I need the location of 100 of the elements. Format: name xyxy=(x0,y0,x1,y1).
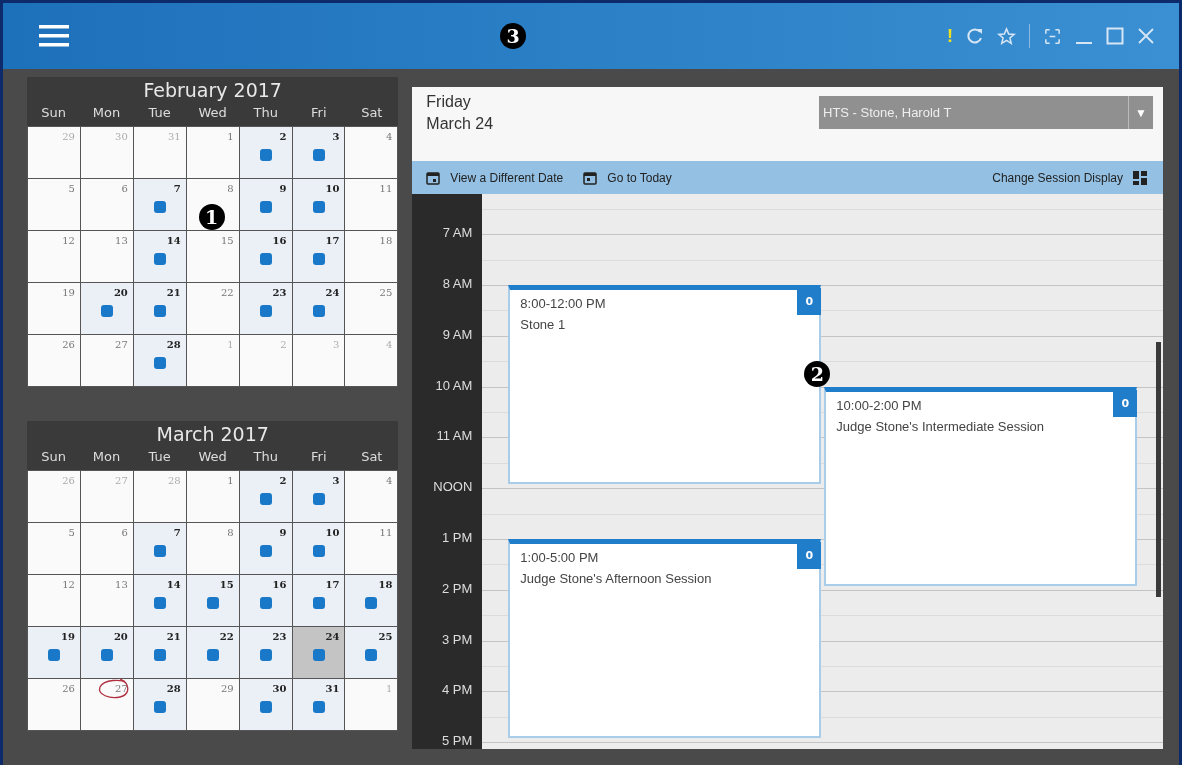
day-number: 29 xyxy=(62,131,75,142)
day-cell[interactable]: 14 xyxy=(133,575,186,626)
day-cell[interactable]: 18 xyxy=(345,575,398,626)
day-cell[interactable]: 28 xyxy=(133,679,186,730)
day-cell[interactable]: 4 xyxy=(345,127,398,178)
day-cell[interactable]: 24 xyxy=(292,283,345,334)
day-cell[interactable]: 21 xyxy=(133,627,186,678)
day-cell[interactable]: 27 xyxy=(80,679,133,730)
day-number: 15 xyxy=(220,235,234,246)
day-cell[interactable]: 6 xyxy=(80,523,133,574)
day-number: 22 xyxy=(219,631,234,642)
day-cell[interactable]: 8 xyxy=(186,523,239,574)
day-number: 3 xyxy=(333,339,340,350)
maximize-icon[interactable] xyxy=(1106,27,1124,45)
callout-number: 1 xyxy=(198,204,225,230)
day-number: 1 xyxy=(227,475,234,486)
weekday-label: Wed xyxy=(197,105,228,120)
session-card[interactable]: 10:00-2:00 PM Judge Stone's Intermediate Session 0 xyxy=(824,386,1138,586)
day-cell[interactable]: 1 xyxy=(186,127,239,178)
day-cell[interactable]: 21 xyxy=(133,283,186,334)
day-cell[interactable]: 17 xyxy=(292,575,345,626)
go-today-button[interactable]: Go to Today xyxy=(583,170,672,185)
hour-label: NOON xyxy=(433,479,473,495)
fit-screen-icon[interactable] xyxy=(1043,26,1062,46)
menu-icon[interactable] xyxy=(39,25,69,47)
day-cell[interactable]: 6 xyxy=(80,179,133,230)
day-cell[interactable]: 13 xyxy=(80,231,133,282)
day-number: 26 xyxy=(62,339,75,350)
calendar-icon xyxy=(426,170,441,185)
scrollbar[interactable] xyxy=(1156,342,1161,597)
day-cell[interactable]: 11 xyxy=(345,523,398,574)
day-cell[interactable]: 2 xyxy=(239,127,292,178)
day-cell[interactable]: 11 xyxy=(345,179,398,230)
change-display-button[interactable]: Change Session Display xyxy=(992,170,1147,185)
day-cell[interactable]: 13 xyxy=(80,575,133,626)
calendar-icon xyxy=(583,170,598,185)
day-cell[interactable]: 26 xyxy=(28,335,80,386)
day-cell[interactable]: 9 xyxy=(239,179,292,230)
day-cell[interactable]: 12 xyxy=(28,231,80,282)
day-cell[interactable]: 5 xyxy=(28,179,80,230)
day-cell[interactable]: 5 xyxy=(28,523,80,574)
day-cell[interactable]: 22 xyxy=(186,283,239,334)
day-cell[interactable]: 19 xyxy=(28,283,80,334)
day-cell[interactable]: 19 xyxy=(28,627,80,678)
day-number: 21 xyxy=(166,631,181,642)
day-number: 4 xyxy=(385,475,393,486)
day-number: 19 xyxy=(61,631,75,642)
day-cell[interactable]: 20 xyxy=(80,627,133,678)
day-cell[interactable]: 9 xyxy=(239,523,292,574)
star-icon[interactable] xyxy=(997,26,1016,46)
day-cell[interactable]: 25 xyxy=(345,627,398,678)
day-cell[interactable]: 15 xyxy=(186,231,239,282)
day-cell[interactable]: 25 xyxy=(345,283,398,334)
day-cell[interactable]: 14 xyxy=(133,231,186,282)
day-cell[interactable]: 2 xyxy=(239,471,292,522)
refresh-icon[interactable] xyxy=(966,27,984,45)
day-cell[interactable]: 4 xyxy=(345,471,398,522)
hour-label: 1 PM xyxy=(442,529,473,545)
session-card[interactable]: 1:00-5:00 PM Judge Stone's Afternoon Session 0 xyxy=(508,538,822,739)
view-date-button[interactable]: View a Different Date xyxy=(426,170,564,185)
day-number: 20 xyxy=(113,287,128,298)
day-cell[interactable]: 10 xyxy=(292,179,345,230)
day-cell[interactable]: 27 xyxy=(80,335,133,386)
day-cell[interactable]: 31 xyxy=(292,679,345,730)
day-cell[interactable]: 26 xyxy=(28,679,80,730)
day-cell[interactable]: 8 1 xyxy=(186,179,239,230)
day-cell[interactable]: 10 xyxy=(292,523,345,574)
day-cell[interactable]: 1 xyxy=(186,471,239,522)
day-cell[interactable]: 3 xyxy=(292,471,345,522)
day-number: 1 xyxy=(227,339,234,350)
tiles-icon xyxy=(1133,170,1147,185)
day-cell[interactable]: 20 xyxy=(80,283,133,334)
day-cell[interactable]: 23 xyxy=(239,627,292,678)
day-cell[interactable]: 22 xyxy=(186,627,239,678)
day-number: 16 xyxy=(272,579,287,590)
day-number: 27 xyxy=(115,683,128,694)
hour-label: 9 AM xyxy=(442,326,473,342)
day-cell[interactable]: 3 xyxy=(292,127,345,178)
day-cell[interactable]: 23 xyxy=(239,283,292,334)
hour-label: 4 PM xyxy=(442,682,473,698)
day-cell[interactable]: 28 xyxy=(133,335,186,386)
close-icon[interactable] xyxy=(1137,27,1155,45)
day-number: 24 xyxy=(325,631,340,642)
day-number: 12 xyxy=(62,579,75,590)
day-cell[interactable]: 30 xyxy=(239,679,292,730)
weekday-label: Sun xyxy=(40,449,67,464)
day-cell[interactable]: 18 xyxy=(345,231,398,282)
day-cell[interactable]: 12 xyxy=(28,575,80,626)
day-cell[interactable]: 16 xyxy=(239,231,292,282)
day-number: 17 xyxy=(325,235,340,246)
day-number: 3 xyxy=(332,475,340,486)
day-cell[interactable]: 7 xyxy=(133,179,186,230)
day-cell[interactable]: 29 xyxy=(186,679,239,730)
day-number: 10 xyxy=(325,527,340,538)
day-cell[interactable]: 16 xyxy=(239,575,292,626)
day-cell[interactable]: 17 xyxy=(292,231,345,282)
day-cell[interactable]: 24 xyxy=(292,627,345,678)
day-cell[interactable]: 15 xyxy=(186,575,239,626)
day-number: 13 xyxy=(115,235,128,246)
day-cell[interactable]: 7 xyxy=(133,523,186,574)
